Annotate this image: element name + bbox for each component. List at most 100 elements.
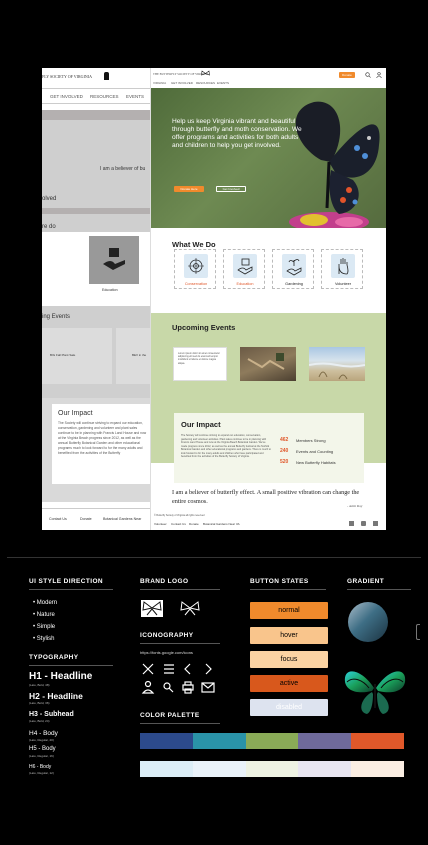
ui-style-item-text: Stylish [36,636,55,642]
card-label-education: Education [236,282,254,286]
palette-light-swatch-2 [192,761,246,777]
butterfly-logo-icon [142,601,162,616]
button-states-title: BUTTON STATES [250,578,309,585]
typo-h3: H3 - Subhead [29,711,74,718]
what-we-do-icon-box [331,254,355,278]
ui-style-item: • Nature [33,612,55,618]
wire-footer-contact[interactable]: Contact Us [49,517,67,521]
what-we-do-icon-box [233,254,257,278]
impact-body: The Society will continue striving to ex… [181,434,271,458]
typo-h4-spec: (Lato, Regular, 20) [29,738,54,742]
wire-section-do: re do [42,224,56,230]
stat-number: 240 [280,448,289,454]
iconography-title: ICONOGRAPHY [140,632,194,639]
mock-nav-events[interactable]: EVENTS [217,81,229,85]
typography-underline [29,665,113,666]
button-state-normal[interactable]: normal [250,602,328,619]
what-we-do-card-conservation[interactable]: Conservation [174,249,216,289]
brand-logo-underline [140,589,220,590]
footer-link-volunteer[interactable]: Volunteer [154,522,167,526]
palette-light-swatch-4 [298,761,352,777]
ui-style-item: • Modern [33,600,58,606]
events-title: Upcoming Events [172,323,236,332]
palette-main-swatch-5 [351,733,404,749]
wire-nav: GET INVOLVED RESOURCES EVENTS [42,88,150,104]
palette-main-swatch-4 [298,733,352,749]
typo-h6: H6 - Body [29,764,52,770]
event-card-3-photo[interactable] [308,347,366,381]
footer-link-donate[interactable]: Donate [189,522,199,526]
ui-style-underline [29,589,113,590]
search-icon[interactable] [365,72,371,78]
wire-hero-block [42,120,150,250]
palette-main-swatch-2 [192,733,246,749]
palette-main-swatch-3 [245,733,299,749]
card-label-gardening: Gardening [285,282,303,286]
wire-logo-text: FLY SOCIETY OF VIRGINIA [42,74,93,79]
twitter-icon[interactable] [373,521,378,526]
hero-get-involved-button[interactable]: Get Involved [216,186,246,192]
palette-main-swatch-1 [140,733,193,749]
typography-title: TYPOGRAPHY [29,654,79,661]
ui-style-item-text: Modern [36,600,58,606]
ui-style-item: • Stylish [33,636,55,642]
stat-label: Events and Counting [296,449,334,454]
brand-logo-title: BRAND LOGO [140,578,189,585]
brand-logo-light [141,600,163,617]
event-card-2-photo[interactable] [240,347,296,381]
person-icon[interactable] [376,72,382,78]
ui-style-title: UI STYLE DIRECTION [29,578,104,585]
wireframe-mockup: FLY SOCIETY OF VIRGINIA GET INVOLVED RES… [42,68,150,530]
wire-footer-gardens[interactable]: Botanical Gardens Near [103,517,141,521]
gradient-title: GRADIENT [347,578,385,585]
wire-section-events: ing Events [42,314,71,320]
wire-section-involved: olved [42,196,57,202]
mock-donate-button[interactable]: Donate [339,72,355,78]
butterfly-logo-icon [201,70,210,76]
instagram-icon[interactable] [361,521,366,526]
mock-nav-get-involved[interactable]: GET INVOLVED [171,81,193,85]
footer-link-contact[interactable]: Contact Us [171,522,186,526]
ui-style-item: • Simple [33,624,56,630]
typo-h3-spec: (Lato, Bold, 24) [29,719,50,723]
icon-set [141,663,215,694]
palette-light-swatch-5 [351,761,404,777]
footer-link-gardens[interactable]: Botanical Gardens Near VA [203,522,240,526]
icon-source-link[interactable]: https://fonts.google.com/icons [140,650,193,655]
facebook-icon[interactable] [349,521,354,526]
what-we-do-card-education[interactable]: Education [223,249,265,289]
button-state-disabled[interactable]: disabled [250,699,328,716]
butterfly-illustration [344,671,406,714]
stat-number: 462 [280,437,289,443]
stat-label: Members Strong [296,438,326,443]
wire-impact-body: The Society will continue striving to ex… [58,421,147,455]
iconography-underline [140,643,220,644]
button-state-active[interactable]: active [250,675,328,692]
style-guide-panel: UI STYLE DIRECTION • Modern • Nature • S… [7,557,421,789]
typo-h2: H2 - Headline [29,691,83,701]
what-we-do-card-volunteer[interactable]: Volunteer [321,249,363,289]
wire-nav-resources[interactable]: RESOURCES [90,94,119,99]
button-state-focus[interactable]: focus [250,651,328,668]
wire-education-card[interactable] [89,236,139,284]
typo-h1: H1 - Headline [29,671,93,682]
hero-donate-button[interactable]: Donate Here [174,186,204,192]
typo-h5-spec: (Lato, Regular, 16) [29,754,54,758]
mock-nav-virginia[interactable]: VIRGINIA [153,81,166,85]
wire-event-label-1: BIG Fall Plant Sale [50,353,76,357]
wire-belief-text: I am a believer of bu [100,166,146,172]
quote-text: I am a believer of butterfly effect. A s… [172,489,360,505]
wire-nav-get-involved[interactable]: GET INVOLVED [50,94,83,99]
typo-h2-spec: (Lato, Bold, 36) [29,701,50,705]
gardening-photo [247,353,285,370]
mock-nav-resources[interactable]: RESOURCES [196,81,215,85]
wire-footer-donate[interactable]: Donate [80,517,92,521]
hand-sprout-icon [286,259,302,276]
button-state-hover[interactable]: hover [250,627,328,644]
wire-nav-events[interactable]: EVENTS [126,94,144,99]
event-card-1[interactable]: Lorem ipsum dolor sit amet consectetur a… [173,347,227,381]
what-we-do-card-gardening[interactable]: Gardening [272,249,314,289]
typo-h5: H5 - Body [29,746,56,752]
what-we-do-icon-box [184,254,208,278]
palette-main-row [140,733,404,749]
